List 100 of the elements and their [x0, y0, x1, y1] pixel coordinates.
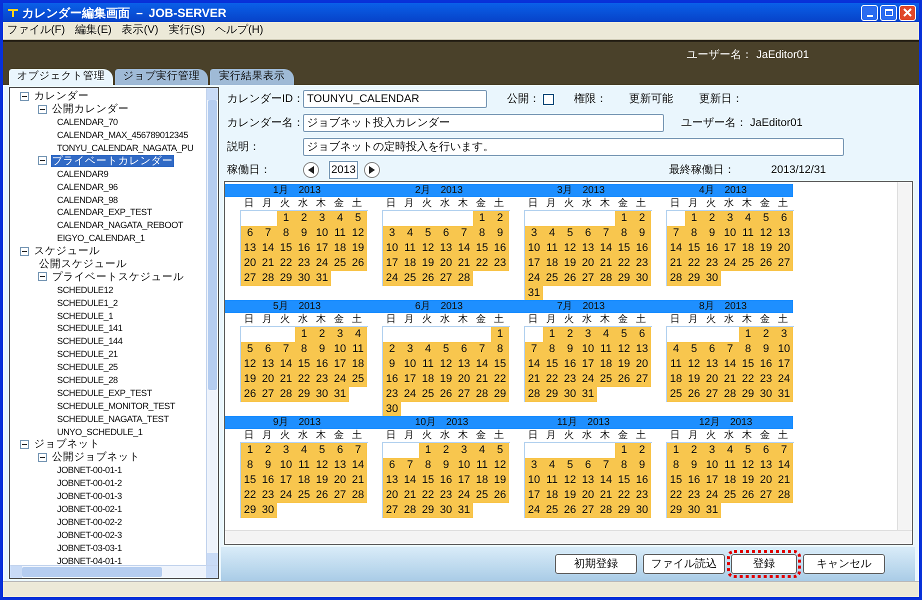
tree-item[interactable]: JOBNET-00-01-3 — [56, 490, 123, 502]
day-cell[interactable]: 2 — [757, 327, 775, 342]
day-cell[interactable]: 5 — [437, 342, 455, 357]
day-cell[interactable]: 19 — [437, 372, 455, 387]
day-cell[interactable]: 22 — [241, 488, 259, 503]
menu-item[interactable]: 実行(S) — [168, 22, 206, 39]
day-cell[interactable]: 18 — [419, 372, 437, 387]
day-cell[interactable]: 6 — [455, 342, 473, 357]
day-cell[interactable]: 27 — [383, 503, 401, 518]
day-cell[interactable]: 1 — [667, 443, 685, 458]
day-cell[interactable]: 15 — [473, 241, 491, 256]
day-cell[interactable]: 4 — [419, 342, 437, 357]
day-cell[interactable]: 28 — [401, 503, 419, 518]
day-cell[interactable]: 24 — [331, 372, 349, 387]
day-cell[interactable]: 4 — [667, 342, 685, 357]
day-cell[interactable]: 6 — [383, 458, 401, 473]
day-cell[interactable]: 26 — [419, 271, 437, 286]
day-cell[interactable]: 6 — [579, 458, 597, 473]
horizontal-scrollbar[interactable] — [225, 530, 912, 544]
day-cell[interactable]: 16 — [491, 241, 509, 256]
day-cell[interactable]: 11 — [331, 226, 349, 241]
tab[interactable]: ジョブ実行管理 — [115, 69, 208, 85]
day-cell[interactable]: 11 — [721, 458, 739, 473]
day-cell[interactable]: 28 — [473, 387, 491, 402]
day-cell[interactable]: 31 — [331, 387, 349, 402]
day-cell[interactable]: 16 — [313, 357, 331, 372]
tree-item[interactable]: UNYO_SCHEDULE_1 — [56, 426, 144, 438]
day-cell[interactable]: 18 — [401, 256, 419, 271]
day-cell[interactable]: 2 — [685, 443, 703, 458]
collapse-icon[interactable] — [38, 104, 47, 114]
day-cell[interactable]: 27 — [331, 488, 349, 503]
day-cell[interactable]: 13 — [383, 473, 401, 488]
day-cell[interactable]: 4 — [543, 458, 561, 473]
tree-item[interactable]: SCHEDULE_1 — [56, 310, 114, 322]
day-cell[interactable]: 18 — [473, 473, 491, 488]
day-cell[interactable]: 4 — [597, 327, 615, 342]
day-cell[interactable]: 3 — [455, 443, 473, 458]
day-cell[interactable]: 26 — [349, 256, 367, 271]
day-cell[interactable]: 17 — [401, 372, 419, 387]
day-cell[interactable]: 16 — [633, 241, 651, 256]
day-cell[interactable]: 28 — [597, 271, 615, 286]
collapse-icon[interactable] — [20, 440, 29, 449]
collapse-icon[interactable] — [38, 156, 47, 166]
day-cell[interactable]: 9 — [633, 458, 651, 473]
tree-item[interactable]: 公開ジョブネット — [51, 451, 141, 464]
day-cell[interactable]: 7 — [667, 226, 685, 241]
day-cell[interactable]: 18 — [667, 372, 685, 387]
day-cell[interactable]: 28 — [667, 271, 685, 286]
day-cell[interactable]: 4 — [295, 443, 313, 458]
previous-year-button[interactable] — [303, 162, 319, 178]
day-cell[interactable]: 21 — [667, 256, 685, 271]
day-cell[interactable]: 30 — [259, 503, 277, 518]
day-cell[interactable]: 19 — [419, 256, 437, 271]
calendar-name-field[interactable]: ジョブネット投入カレンダー — [303, 114, 664, 132]
day-cell[interactable]: 27 — [757, 488, 775, 503]
day-cell[interactable]: 10 — [313, 226, 331, 241]
day-cell[interactable]: 18 — [543, 488, 561, 503]
day-cell[interactable]: 7 — [349, 443, 367, 458]
tree-item[interactable]: JOBNET-03-03-1 — [56, 542, 123, 554]
day-cell[interactable]: 17 — [277, 473, 295, 488]
day-cell[interactable]: 2 — [633, 443, 651, 458]
day-cell[interactable]: 21 — [401, 488, 419, 503]
day-cell[interactable]: 29 — [739, 387, 757, 402]
day-cell[interactable]: 18 — [543, 256, 561, 271]
day-cell[interactable]: 9 — [259, 458, 277, 473]
day-cell[interactable]: 31 — [525, 286, 543, 301]
day-cell[interactable]: 9 — [313, 342, 331, 357]
tree-item[interactable]: CALENDAR_96 — [56, 180, 119, 193]
day-cell[interactable]: 6 — [331, 443, 349, 458]
day-cell[interactable]: 12 — [615, 342, 633, 357]
day-cell[interactable]: 2 — [313, 327, 331, 342]
tree-item[interactable]: CALENDAR_EXP_TEST — [56, 206, 153, 218]
day-cell[interactable]: 8 — [615, 226, 633, 241]
day-cell[interactable]: 10 — [775, 342, 793, 357]
day-cell[interactable]: 5 — [419, 226, 437, 241]
day-cell[interactable]: 16 — [259, 473, 277, 488]
day-cell[interactable]: 19 — [739, 473, 757, 488]
day-cell[interactable]: 23 — [633, 256, 651, 271]
day-cell[interactable]: 26 — [685, 387, 703, 402]
day-cell[interactable]: 27 — [633, 372, 651, 387]
action-button[interactable]: ファイル読込 — [643, 554, 725, 574]
day-cell[interactable]: 22 — [739, 372, 757, 387]
tree-item[interactable]: SCHEDULE_144 — [56, 335, 124, 348]
day-cell[interactable]: 29 — [615, 503, 633, 518]
day-cell[interactable]: 8 — [543, 342, 561, 357]
action-button[interactable]: キャンセル — [803, 554, 885, 574]
day-cell[interactable]: 19 — [685, 372, 703, 387]
day-cell[interactable]: 19 — [615, 357, 633, 372]
day-cell[interactable]: 12 — [739, 458, 757, 473]
day-cell[interactable]: 30 — [313, 387, 331, 402]
day-cell[interactable]: 7 — [525, 342, 543, 357]
day-cell[interactable]: 24 — [721, 256, 739, 271]
calendar-id-field[interactable]: TOUNYU_CALENDAR — [303, 90, 487, 108]
tree-item[interactable]: CALENDAR9 — [56, 168, 110, 180]
day-cell[interactable]: 1 — [241, 443, 259, 458]
day-cell[interactable]: 14 — [721, 357, 739, 372]
day-cell[interactable]: 18 — [739, 241, 757, 256]
day-cell[interactable]: 25 — [401, 271, 419, 286]
day-cell[interactable]: 11 — [473, 458, 491, 473]
day-cell[interactable]: 29 — [685, 271, 703, 286]
